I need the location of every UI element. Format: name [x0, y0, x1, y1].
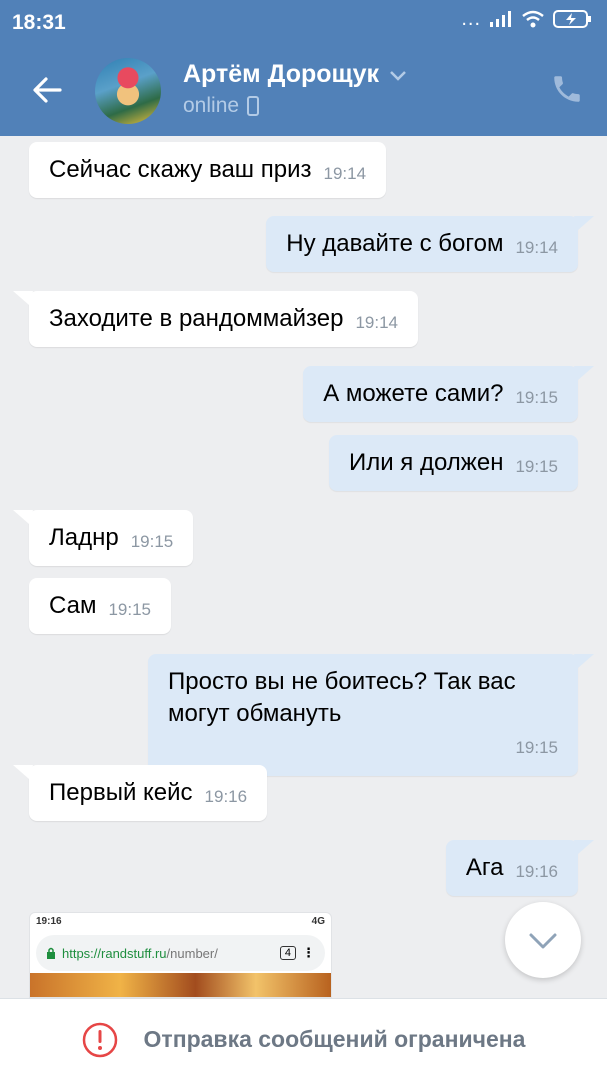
- signal-icon: [490, 11, 511, 27]
- message-outgoing[interactable]: Или я должен 19:15: [328, 435, 578, 491]
- message-outgoing[interactable]: Просто вы не боитесь? Так вас могут обма…: [148, 654, 594, 776]
- message-bubble: Ага 19:16: [445, 840, 578, 896]
- message-bubble: Или я должен 19:15: [328, 435, 578, 491]
- screenshot-attachment[interactable]: 19:16 4G https://randstuff.ru/number/ 4 …: [29, 912, 332, 998]
- message-list[interactable]: Сейчас скажу ваш приз 19:14 Ну давайте с…: [0, 136, 607, 998]
- message-incoming[interactable]: Заходите в рандоммайзер 19:14: [13, 291, 418, 347]
- message-bubble: Ну давайте с богом 19:14: [266, 216, 578, 272]
- message-bubble: Заходите в рандоммайзер 19:14: [29, 291, 418, 347]
- message-time: 19:14: [355, 313, 398, 332]
- contact-name[interactable]: Артём Дорощук: [183, 60, 407, 89]
- url-host: https://randstuff.ru: [62, 945, 167, 961]
- url-path: /number/: [166, 945, 218, 961]
- message-text: Ага: [465, 854, 504, 881]
- attachment-network: 4G: [311, 916, 325, 927]
- bubble-tail: [574, 216, 594, 230]
- message-time: 19:15: [130, 532, 174, 551]
- restriction-text: Отправка сообщений ограничена: [143, 1026, 526, 1052]
- chevron-down-icon[interactable]: [389, 69, 407, 81]
- arrow-left-icon[interactable]: [30, 72, 66, 108]
- message-text: Ну давайте с богом: [286, 230, 504, 257]
- bubble-tail: [574, 840, 594, 854]
- bubble-tail: [13, 765, 33, 779]
- message-time: 19:16: [204, 787, 248, 806]
- message-text: Ладнр: [49, 524, 119, 551]
- bubble-tail: [13, 291, 33, 305]
- attachment-status-bar: 19:16 4G: [30, 913, 331, 935]
- message-bubble: Сам 19:15: [29, 578, 171, 634]
- message-bubble: Первый кейс 19:16: [29, 765, 268, 821]
- status-bar: 18:31 ...: [0, 0, 607, 44]
- lock-icon: [47, 947, 55, 959]
- message-time: 19:14: [323, 164, 367, 183]
- phone-icon[interactable]: [550, 72, 584, 106]
- presence-status: online: [183, 94, 260, 118]
- attachment-url-bar: https://randstuff.ru/number/ 4 ⋮: [36, 935, 325, 971]
- message-incoming[interactable]: Сам 19:15: [29, 578, 171, 634]
- contact-name-text: Артём Дорощук: [183, 60, 380, 88]
- chevron-down-icon: [529, 933, 557, 949]
- message-text: Сам: [49, 592, 97, 619]
- presence-text: online: [183, 94, 240, 117]
- more-vert-icon: ⋮: [302, 945, 315, 960]
- bubble-tail: [13, 510, 33, 524]
- status-icons: ...: [461, 9, 593, 29]
- message-time: 19:15: [108, 600, 151, 619]
- message-text: Сейчас скажу ваш приз: [49, 156, 312, 183]
- message-outgoing[interactable]: А можете сами? 19:15: [303, 366, 594, 422]
- message-time: 19:14: [515, 238, 558, 257]
- attachment-image-strip: [30, 973, 331, 997]
- message-text: Заходите в рандоммайзер: [49, 305, 344, 332]
- message-time: 19:15: [515, 738, 558, 757]
- message-outgoing[interactable]: Ну давайте с богом 19:14: [266, 216, 594, 272]
- status-dots: ...: [461, 8, 481, 30]
- battery-charging-icon: [553, 10, 591, 28]
- chat-header: Артём Дорощук online: [0, 44, 607, 136]
- mobile-device-icon: [247, 96, 260, 116]
- avatar[interactable]: [95, 58, 161, 124]
- wifi-icon: [522, 10, 544, 28]
- message-text: Или я должен: [348, 449, 504, 476]
- attachment-time: 19:16: [36, 916, 62, 927]
- message-time: 19:16: [515, 862, 558, 881]
- message-text: Первый кейс: [49, 779, 193, 806]
- message-bubble: А можете сами? 19:15: [303, 366, 578, 422]
- message-incoming[interactable]: Ладнр 19:15: [13, 510, 194, 566]
- message-text: Просто вы не боитесь? Так вас могут обма…: [168, 668, 516, 727]
- status-time: 18:31: [12, 11, 66, 34]
- restriction-footer: Отправка сообщений ограничена: [0, 998, 607, 1080]
- tabs-count: 4: [279, 946, 296, 960]
- message-outgoing[interactable]: Ага 19:16: [445, 840, 594, 896]
- scroll-down-button[interactable]: [505, 902, 581, 978]
- message-bubble: Ладнр 19:15: [29, 510, 194, 566]
- message-text: А можете сами?: [323, 380, 504, 407]
- message-time: 19:15: [515, 457, 558, 476]
- message-time: 19:15: [515, 388, 558, 407]
- message-incoming[interactable]: Сейчас скажу ваш приз 19:14: [29, 142, 387, 198]
- message-incoming[interactable]: Первый кейс 19:16: [13, 765, 268, 821]
- message-bubble: Просто вы не боитесь? Так вас могут обма…: [148, 654, 578, 776]
- top-bar: 18:31 ... Артём Дорощук online: [0, 0, 607, 136]
- message-bubble: Сейчас скажу ваш приз 19:14: [29, 142, 387, 198]
- bubble-tail: [574, 654, 594, 668]
- bubble-tail: [574, 366, 594, 380]
- alert-circle-icon: [82, 1022, 117, 1057]
